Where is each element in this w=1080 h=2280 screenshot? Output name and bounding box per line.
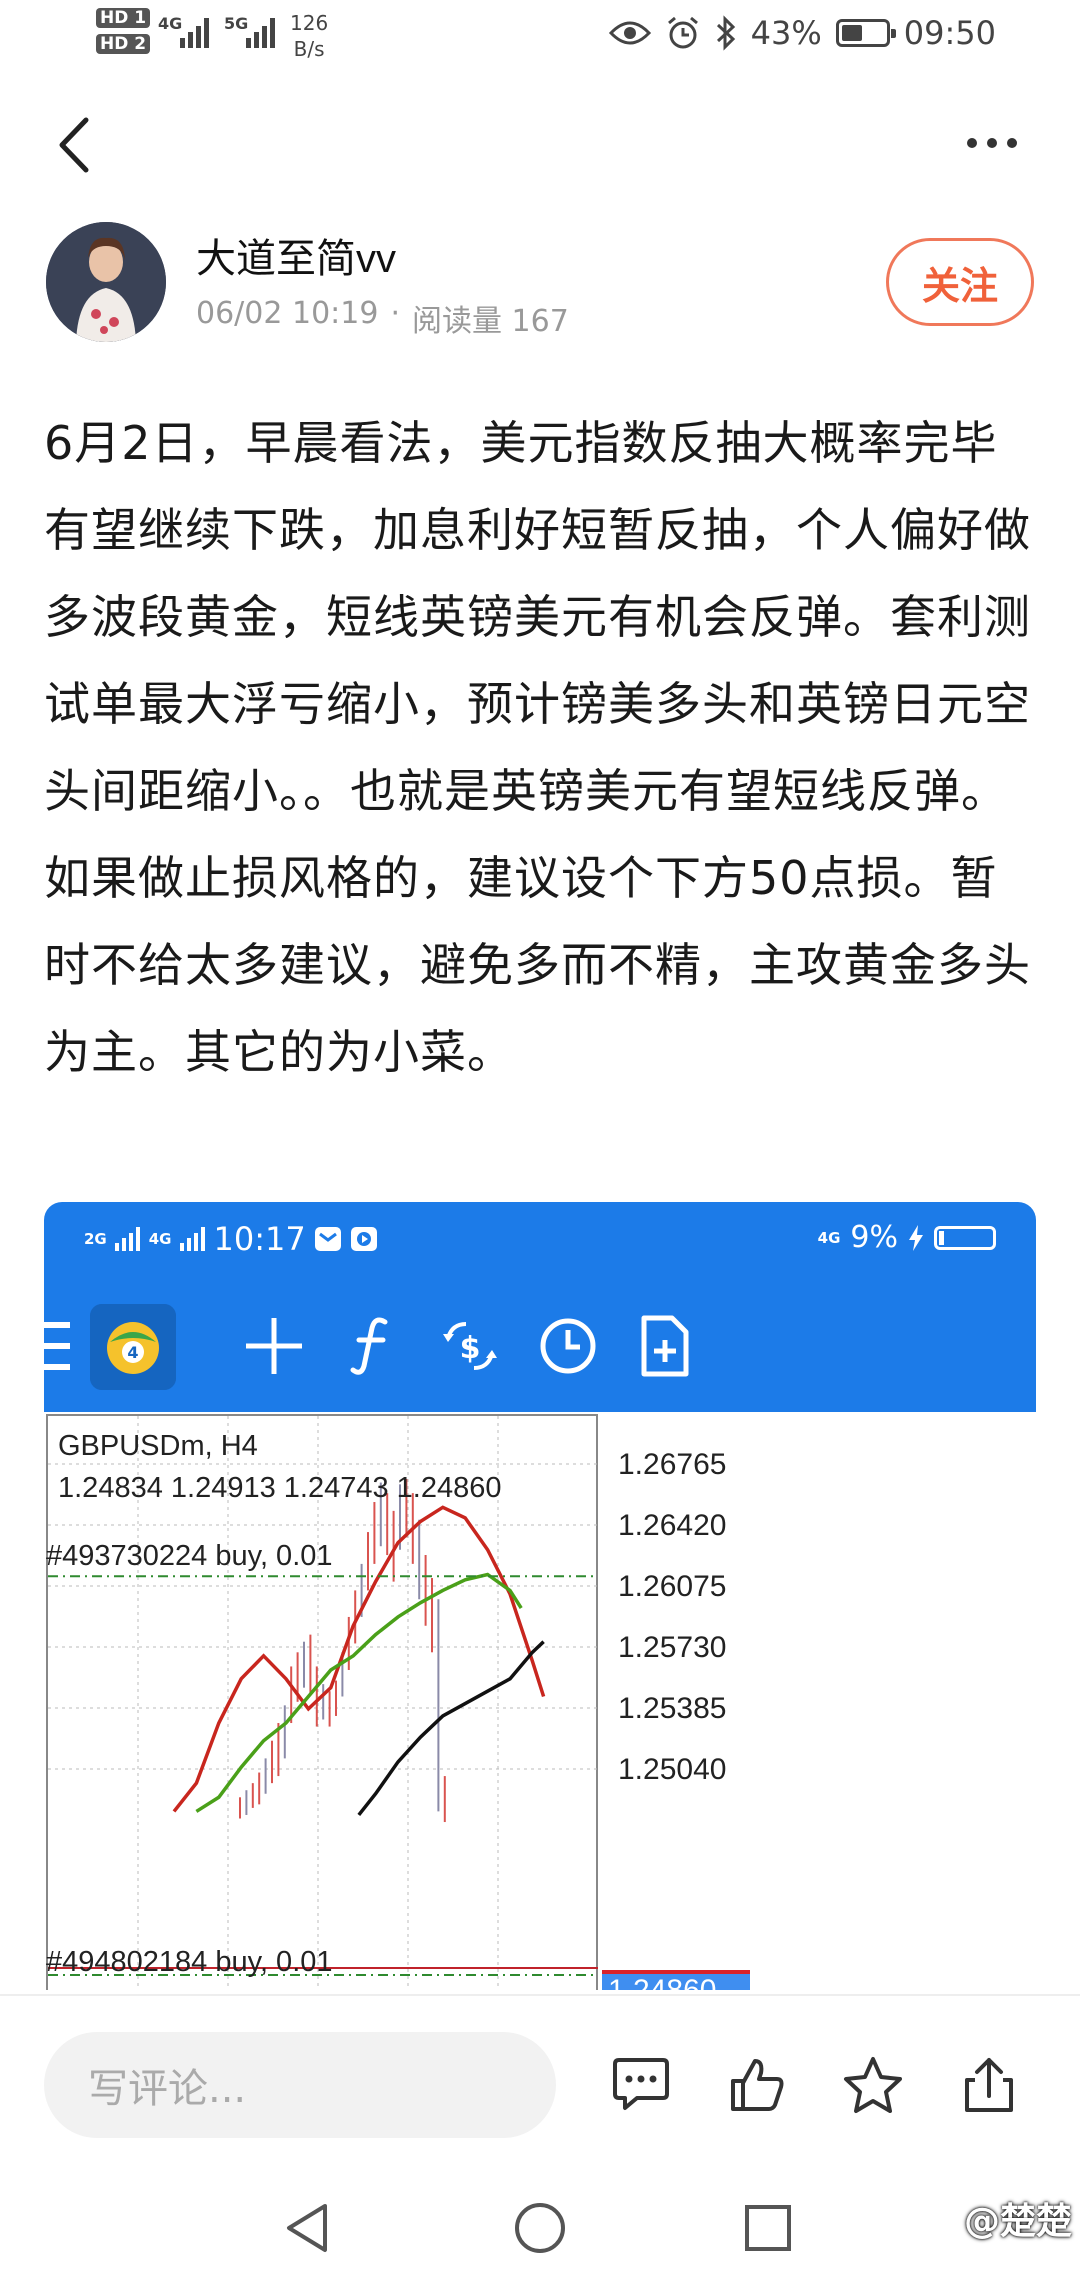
mail-icon [314, 1227, 341, 1251]
dot-icon [987, 138, 997, 148]
avatar-image [46, 222, 166, 342]
order-label-2: #494802184 buy, 0.01 [46, 1946, 333, 1978]
net-type-1: 4G [158, 14, 183, 33]
signal-icon-2 [246, 14, 275, 48]
embedded-net-3: 4G [817, 1228, 841, 1247]
read-count: 阅读量 167 [412, 304, 569, 339]
price-tick: 1.25730 [618, 1631, 727, 1664]
embedded-battery-icon [934, 1225, 996, 1250]
hd1-badge: HD 1 [96, 8, 151, 28]
mt4-app-logo[interactable]: 4 [90, 1304, 176, 1390]
svg-text:4: 4 [127, 1343, 138, 1362]
triangle-back-icon [287, 2204, 327, 2252]
thumbs-up-icon [731, 2059, 784, 2111]
author-avatar[interactable] [46, 222, 166, 342]
watermark-text: @楚楚 [963, 2201, 1072, 2242]
chart-ohlc: 1.24834 1.24913 1.24743 1.24860 [58, 1472, 502, 1504]
system-nav-bar [0, 2170, 1080, 2280]
trade-icon[interactable]: $ [430, 1306, 510, 1386]
speed-unit: B/s [293, 37, 325, 61]
embedded-time: 10:17 [213, 1220, 306, 1258]
price-tick: 1.25385 [618, 1692, 727, 1725]
mt4-toolbar: 4 $ [44, 1280, 1036, 1412]
share-button[interactable] [954, 2050, 1024, 2120]
ma-line [357, 1640, 545, 1817]
bluetooth-icon [716, 15, 735, 51]
embedded-screenshot[interactable]: 2G 4G 10:17 4G 9% 4 $ GBPUSDm, H4 1.2483… [44, 1202, 1036, 1990]
embedded-net-1: 2G [84, 1230, 107, 1248]
clock-time: 09:50 [903, 14, 996, 52]
price-tick: 1.26765 [618, 1448, 727, 1481]
order-label-1: #493730224 buy, 0.01 [46, 1540, 333, 1572]
media-icon [350, 1227, 377, 1251]
post-date: 06/02 10:19 [196, 296, 379, 331]
price-tick: 1.26075 [618, 1570, 727, 1603]
network-speed: 126 B/s [290, 10, 328, 62]
embedded-status-right: 4G 9% [818, 1220, 996, 1255]
status-right: 43% 09:50 [608, 14, 996, 52]
signal-icon [114, 1227, 140, 1251]
favorite-button[interactable] [838, 2050, 908, 2120]
battery-percent: 43% [750, 14, 822, 52]
author-name[interactable]: 大道至简vv [196, 226, 396, 284]
embedded-battery-percent: 9% [850, 1220, 898, 1255]
like-button[interactable] [722, 2050, 792, 2120]
comment-icon [613, 2058, 669, 2110]
follow-button[interactable]: 关注 [886, 238, 1034, 326]
eye-icon [608, 21, 651, 45]
embedded-status-bar: 2G 4G 10:17 4G 9% [44, 1202, 1036, 1280]
function-icon[interactable] [332, 1306, 412, 1386]
hd2-badge: HD 2 [96, 34, 151, 54]
signal-icon-1 [180, 14, 209, 48]
charging-icon [909, 1224, 923, 1251]
square-recents-icon [745, 2205, 791, 2251]
article-body: 6月2日，早晨看法，美元指数反抽大概率完毕有望继续下跌，加息利好短暂反抽，个人偏… [44, 416, 1031, 1079]
comments-button[interactable] [606, 2050, 676, 2120]
crosshair-icon[interactable] [234, 1306, 314, 1386]
battery-icon [835, 19, 896, 47]
new-document-icon[interactable] [624, 1306, 704, 1386]
price-tick: 1.26420 [618, 1509, 727, 1542]
nav-home-button[interactable] [500, 2188, 580, 2268]
price-tick: 1.25040 [618, 1753, 727, 1786]
ma-line [195, 1572, 523, 1813]
embedded-net-2: 4G [148, 1230, 172, 1248]
signal-icon [179, 1227, 205, 1251]
price-chart[interactable]: GBPUSDm, H4 1.24834 1.24913 1.24743 1.24… [44, 1412, 1036, 1990]
embedded-status-left: 2G 4G 10:17 [84, 1220, 378, 1258]
star-icon [844, 2057, 902, 2113]
chevron-left-icon [59, 117, 89, 173]
share-icon [965, 2058, 1013, 2112]
circle-home-icon [515, 2203, 565, 2253]
dot-icon [1007, 138, 1017, 148]
comment-input[interactable]: 写评论... [44, 2032, 556, 2138]
meta-separator: · [390, 296, 400, 331]
nav-recents-button[interactable] [728, 2188, 808, 2268]
status-bar: HD 1 HD 2 4G 5G 126 B/s 43% 09:50 [0, 0, 1080, 72]
bottom-divider [0, 1994, 1080, 1996]
back-button[interactable] [48, 110, 108, 180]
watermark: @楚楚 [964, 2192, 1072, 2244]
hd-indicators: HD 1 HD 2 [96, 8, 151, 60]
post-meta: 06/02 10:19 · 阅读量 167 [196, 296, 569, 340]
menu-icon[interactable] [44, 1322, 70, 1370]
dot-icon [967, 138, 977, 148]
speed-value: 126 [290, 11, 329, 35]
net-type-2: 5G [224, 14, 249, 33]
clock-icon[interactable] [528, 1306, 608, 1386]
alarm-icon [667, 16, 698, 49]
current-price-label: 1.24860 [602, 1970, 750, 1990]
more-options-button[interactable] [952, 118, 1032, 168]
svg-text:$: $ [460, 1331, 481, 1366]
nav-back-button[interactable] [268, 2188, 348, 2268]
chart-symbol: GBPUSDm, H4 [58, 1430, 258, 1462]
